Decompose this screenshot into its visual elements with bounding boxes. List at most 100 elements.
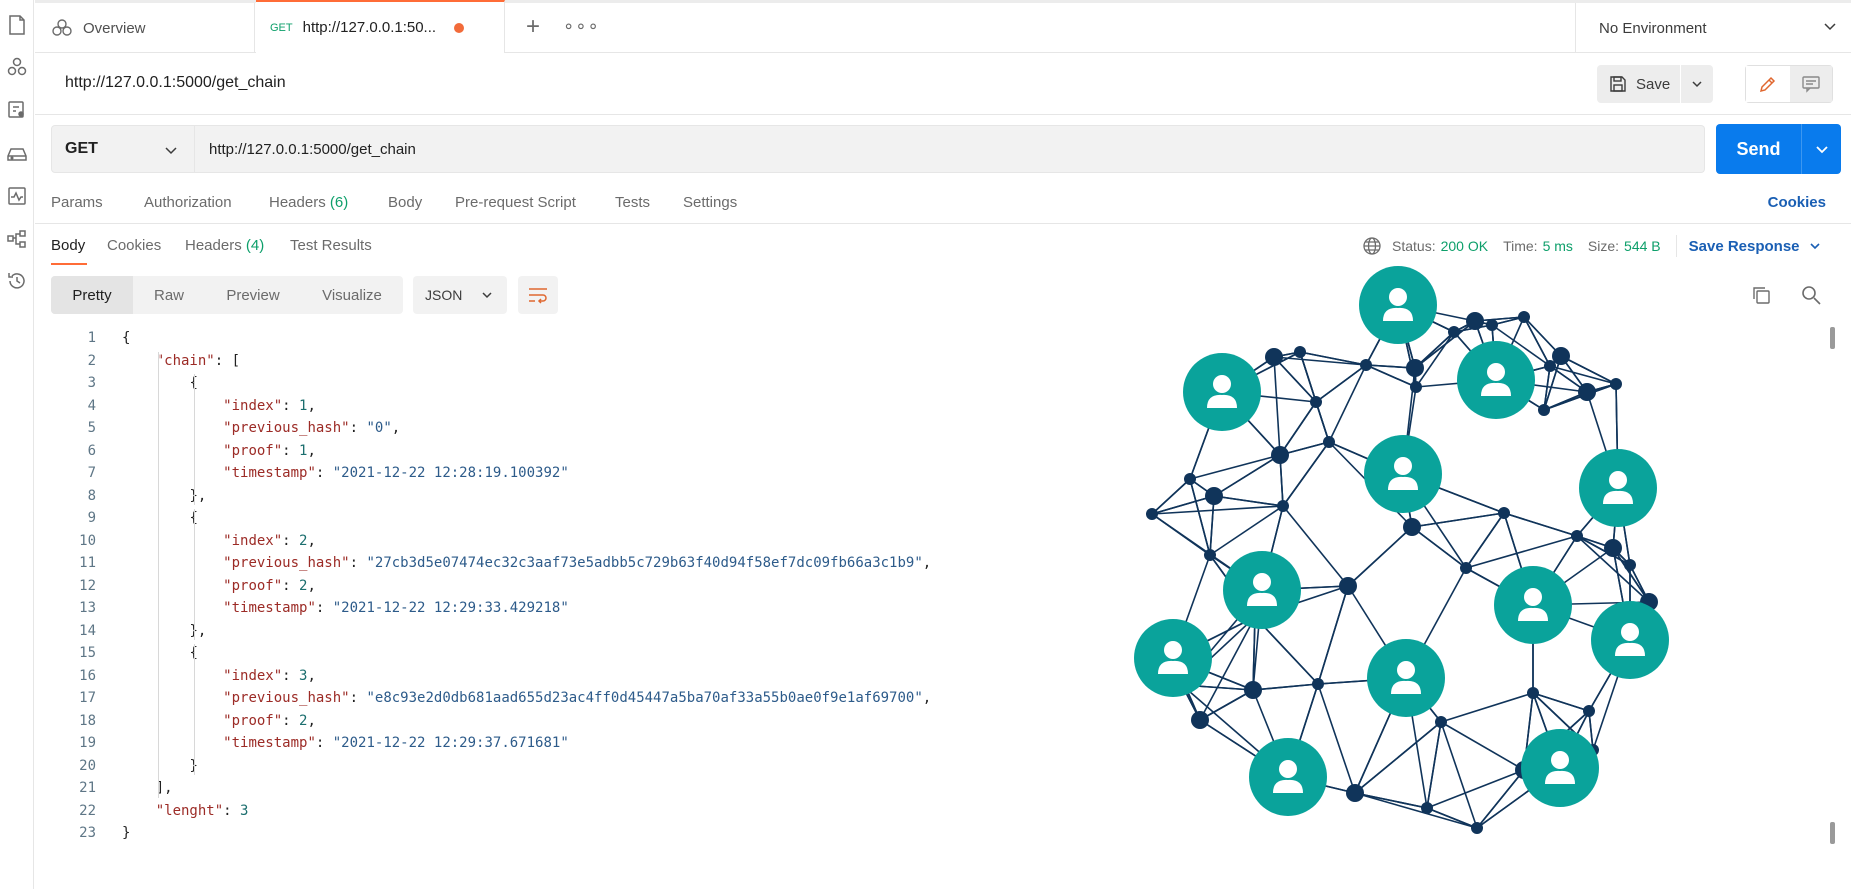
monitors-icon[interactable] [6,185,28,207]
time-info[interactable]: Time: 5 ms [1503,238,1573,254]
request-title[interactable]: http://127.0.0.1:5000/get_chain [65,74,286,92]
url-input[interactable] [195,125,1705,173]
view-raw[interactable]: Raw [133,276,205,314]
line-number: 4 [87,397,96,414]
tab-tests[interactable]: Tests [615,194,650,211]
size-info[interactable]: Size: 544 B [1588,238,1661,254]
response-status-area: Status: 200 OK Time: 5 ms Size: 544 B Save … [1362,235,1821,257]
user-node-icon [1359,266,1437,344]
new-tab-button[interactable]: + [522,15,544,39]
send-options-button[interactable] [1802,124,1841,174]
code-text: { [122,507,197,530]
network-small-node [1339,577,1357,595]
line-number: 7 [87,465,96,481]
resp-tab-headers[interactable]: Headers (4) [185,237,264,254]
network-edge [1426,807,1478,829]
edit-mode-button[interactable] [1746,66,1790,102]
request-title-row: http://127.0.0.1:5000/get_chain Save [35,53,1851,115]
user-node-icon [1494,566,1572,644]
resp-tab-body[interactable]: Body [51,237,85,254]
request-tabs: Params Authorization Headers (6) Body Pr… [35,186,1851,224]
tab-authorization[interactable]: Authorization [144,194,232,211]
network-edge [1465,512,1505,569]
globe-icon[interactable] [1362,236,1382,256]
network-small-node [1466,312,1484,330]
network-edge [1315,401,1330,443]
history-icon[interactable] [6,270,28,292]
method-select[interactable]: GET [51,125,195,173]
apis-icon[interactable] [6,56,28,78]
flows-icon[interactable] [6,228,28,250]
tab-params[interactable]: Params [51,194,103,211]
tab-headers[interactable]: Headers (6) [269,194,348,211]
line-number: 14 [79,622,96,639]
code-text: "index": 3, [223,667,316,684]
search-button[interactable] [1800,284,1822,306]
save-button[interactable]: Save [1597,65,1681,103]
wrap-lines-button[interactable] [518,276,558,314]
code-text: "lenght": 3 [155,802,249,819]
size-value: 544 B [1624,238,1661,254]
network-edge [1415,331,1455,388]
line-number: 5 [87,420,96,436]
code-text: } [122,825,131,841]
left-sidebar [0,0,34,889]
network-edge [1299,351,1367,366]
resp-tab-test-results[interactable]: Test Results [290,237,372,254]
network-edge [1213,454,1281,497]
save-options-button[interactable] [1681,65,1713,103]
environment-selector[interactable]: No Environment [1575,3,1851,53]
tab-get-chain[interactable]: GET http://127.0.0.1:50... [256,0,505,53]
status-info[interactable]: Status: 200 OK [1392,238,1488,254]
environments-icon[interactable] [6,99,28,121]
format-select[interactable]: JSON [413,276,507,314]
save-response-label: Save Response [1688,237,1800,255]
collections-icon[interactable] [6,14,28,36]
more-tabs-button[interactable]: ∘∘∘ [563,15,599,37]
indent-guide [194,374,195,505]
tab-body[interactable]: Body [388,194,422,211]
network-edge [1440,692,1534,723]
network-small-node [1360,359,1372,371]
copy-button[interactable] [1750,284,1772,306]
view-visualize[interactable]: Visualize [301,276,403,314]
overview-icon [52,19,72,36]
code-text: "proof": 2, [223,712,316,729]
network-edge [1354,792,1478,829]
save-icon [1610,76,1626,92]
network-small-node [1294,346,1306,358]
comments-button[interactable] [1789,66,1832,102]
tab-prerequest-script[interactable]: Pre-request Script [455,194,576,211]
send-button[interactable]: Send [1716,124,1802,174]
line-number: 9 [87,510,96,526]
tab-overview-label: Overview [83,19,146,37]
view-preview[interactable]: Preview [205,276,301,314]
line-number: 23 [79,825,96,841]
tab-overview[interactable]: Overview [35,3,255,53]
network-small-node [1544,360,1556,372]
wrap-lines-icon [529,288,547,304]
cookies-link[interactable]: Cookies [1768,194,1826,211]
network-small-node [1498,507,1510,519]
pencil-icon [1759,76,1775,93]
network-edge [1354,792,1428,809]
save-response-button[interactable]: Save Response [1689,238,1821,255]
network-edge [1315,364,1367,403]
view-pretty[interactable]: Pretty [51,276,133,314]
scrollbar-thumb-top[interactable] [1830,327,1835,349]
tab-settings[interactable]: Settings [683,194,737,211]
line-number: 12 [79,577,96,594]
scrollbar-thumb-bottom[interactable] [1830,822,1835,844]
code-text: "timestamp": "2021-12-22 12:28:19.100392… [223,465,569,481]
mock-servers-icon[interactable] [6,142,28,164]
resp-tab-cookies[interactable]: Cookies [107,237,161,254]
chevron-down-icon [1692,81,1702,88]
vertical-scrollbar[interactable] [1828,327,1836,847]
code-text: "previous_hash": "e8c93e2d0db681aad655d2… [223,690,932,706]
network-small-node [1205,487,1223,505]
code-text: { [122,642,197,665]
user-node-icon [1457,341,1535,419]
code-text: "chain": [ [155,352,241,369]
network-small-node [1435,716,1447,728]
format-value: JSON [425,287,463,303]
